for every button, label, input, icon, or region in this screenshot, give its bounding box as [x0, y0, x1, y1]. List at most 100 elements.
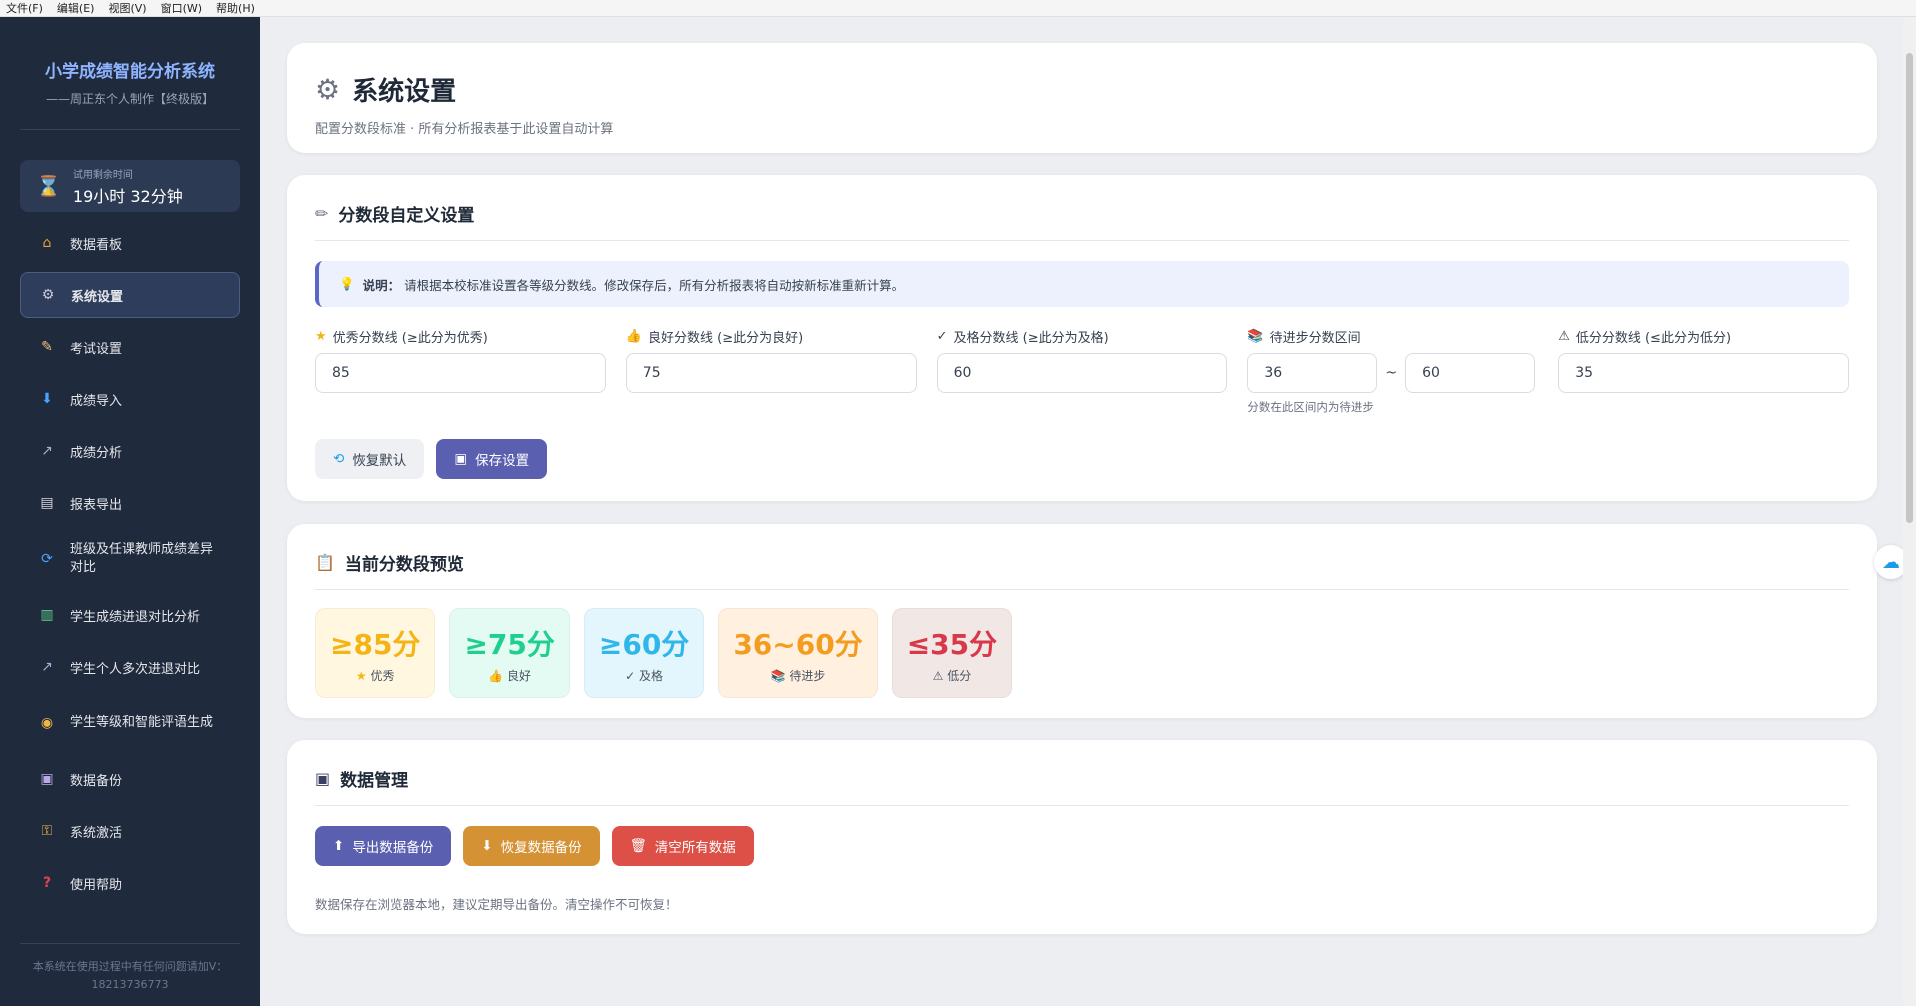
low-field-group: ⚠ 低分分数线 (≤此分为低分) 35 [1558, 327, 1849, 415]
tile-value: ≥85分 [330, 627, 421, 661]
thumbs-up-icon: 👍 [625, 328, 642, 344]
sidebar-item-label: 数据看板 [70, 237, 123, 253]
excellent-label-row: ★ 优秀分数线 (≥此分为优秀) [315, 327, 606, 346]
tile-progress: 36~60分 📚 待进步 [718, 608, 878, 698]
restore-label: 恢复数据备份 [500, 840, 582, 856]
menu-window[interactable]: 窗口(W) [161, 0, 202, 16]
tile-label: 及格 [639, 668, 664, 683]
section-title: 分数段自定义设置 [338, 206, 475, 226]
threshold-fields: ★ 优秀分数线 (≥此分为优秀) 85 👍 良好分数线 (≥此分为良好) 75 … [315, 327, 1849, 415]
clipboard-icon: 📋 [315, 553, 335, 572]
sidebar-item-class-comparison[interactable]: ⟳ 班级及任课教师成绩差异对比 [20, 532, 240, 586]
chart-up-icon: ↗ [41, 659, 53, 675]
sidebar-item-label: 使用帮助 [70, 877, 123, 893]
sidebar-item-label: 学生等级和智能评语生成 [70, 715, 214, 731]
divider [315, 589, 1849, 590]
sidebar-item-help[interactable]: ? 使用帮助 [20, 860, 240, 906]
tile-label-row: 📚 待进步 [771, 667, 826, 684]
star-icon: ★ [355, 668, 367, 683]
sidebar-item-score-import[interactable]: ⬇ 成绩导入 [20, 376, 240, 422]
brand: 小学成绩智能分析系统 ——周正东个人制作【终极版】 [0, 17, 260, 107]
progress-field-group: 📚 待进步分数区间 36 ~ 60 分数在此区间内为待进步 [1247, 327, 1538, 415]
pass-field-group: ✓ 及格分数线 (≥此分为及格) 60 [936, 327, 1228, 415]
tile-good: ≥75分 👍 良好 [449, 608, 570, 698]
low-label-row: ⚠ 低分分数线 (≤此分为低分) [1558, 327, 1849, 346]
save-settings-button[interactable]: ▣ 保存设置 [436, 439, 548, 479]
tile-label: 待进步 [789, 668, 826, 683]
menu-help[interactable]: 帮助(H) [216, 0, 255, 16]
divider [315, 240, 1849, 241]
data-management: ▣ 数据管理 ⬆ 导出数据备份 ⬇ 恢复数据备份 🗑 清空所有数据 数据保存在浏… [287, 740, 1877, 934]
reset-default-button[interactable]: ⟲ 恢复默认 [315, 439, 425, 479]
progress-max-input[interactable]: 60 [1405, 353, 1536, 393]
house-icon: ⌂ [42, 235, 52, 251]
sidebar-item-label: 考试设置 [70, 341, 123, 357]
page-title-row: ⚙ 系统设置 [315, 71, 1849, 108]
clear-label: 清空所有数据 [654, 840, 736, 856]
divider [20, 129, 240, 130]
app-subtitle: ——周正东个人制作【终极版】 [45, 92, 214, 106]
restore-backup-button[interactable]: ⬇ 恢复数据备份 [463, 826, 600, 866]
sidebar: 小学成绩智能分析系统 ——周正东个人制作【终极版】 ⌛ 试用剩余时间 19小时 … [0, 17, 260, 1006]
score-band-preview: 📋 当前分数段预览 ≥85分 ★ 优秀 ≥75分 👍 良好 ≥60分 ✓ 及格 … [287, 524, 1877, 718]
menu-edit[interactable]: 编辑(E) [57, 0, 95, 16]
data-note: 数据保存在浏览器本地，建议定期导出备份。清空操作不可恢复！ [315, 897, 678, 912]
scrollbar-thumb[interactable] [1906, 53, 1913, 523]
preview-tiles: ≥85分 ★ 优秀 ≥75分 👍 良好 ≥60分 ✓ 及格 36~60分 📚 待… [315, 608, 1849, 698]
page-header: ⚙ 系统设置 配置分数段标准 · 所有分析报表基于此设置自动计算 [287, 43, 1877, 153]
export-backup-button[interactable]: ⬆ 导出数据备份 [315, 826, 452, 866]
excellent-threshold-input[interactable]: 85 [315, 353, 606, 393]
progress-min-input[interactable]: 36 [1247, 353, 1378, 393]
pass-threshold-input[interactable]: 60 [936, 353, 1228, 393]
good-field-group: 👍 良好分数线 (≥此分为良好) 75 [625, 327, 917, 415]
export-label: 导出数据备份 [352, 840, 434, 856]
data-actions: ⬆ 导出数据备份 ⬇ 恢复数据备份 🗑 清空所有数据 [315, 826, 1849, 866]
check-icon: ✓ [936, 328, 948, 344]
score-band-settings: ✏ 分数段自定义设置 💡 说明： 请根据本校标准设置各等级分数线。修改保存后，所… [287, 175, 1877, 501]
arrows-cycle-icon: ⟳ [41, 550, 53, 567]
notice-text: 请根据本校标准设置各等级分数线。修改保存后，所有分析报表将自动按新标准重新计算。 [404, 277, 905, 293]
sidebar-item-label: 系统设置 [71, 289, 124, 305]
check-icon: ✓ [625, 668, 636, 683]
sidebar-item-label: 班级及任课教师成绩差异对比 [70, 542, 214, 575]
sidebar-item-student-progress[interactable]: ▥ 学生成绩进退对比分析 [20, 592, 240, 638]
tile-value: ≤35分 [906, 627, 998, 661]
tile-value: ≥60分 [598, 627, 690, 661]
tile-value: ≥75分 [464, 627, 555, 661]
tile-pass: ≥60分 ✓ 及格 [583, 608, 705, 698]
low-threshold-input[interactable]: 35 [1558, 353, 1849, 393]
clear-all-data-button[interactable]: 🗑 清空所有数据 [611, 826, 754, 866]
refresh-icon: ⟲ [333, 451, 345, 467]
tile-label: 优秀 [370, 668, 395, 683]
menu-file[interactable]: 文件(F) [6, 0, 43, 16]
warning-icon: ⚠ [932, 668, 944, 683]
good-threshold-input[interactable]: 75 [625, 353, 917, 393]
progress-label-row: 📚 待进步分数区间 [1247, 327, 1538, 346]
sidebar-item-report-export[interactable]: ▤ 报表导出 [20, 480, 240, 526]
low-label: 低分分数线 (≤此分为低分) [1575, 330, 1732, 346]
excellent-label: 优秀分数线 (≥此分为优秀) [332, 330, 488, 346]
tile-label-row: 👍 良好 [488, 667, 531, 684]
sidebar-item-grade-comments[interactable]: ◉ 学生等级和智能评语生成 [20, 696, 240, 750]
tile-label-row: ⚠ 低分 [933, 667, 972, 684]
good-label: 良好分数线 (≥此分为良好) [647, 330, 804, 346]
sidebar-item-score-analysis[interactable]: ↗ 成绩分析 [20, 428, 240, 474]
sidebar-item-dashboard[interactable]: ⌂ 数据看板 [20, 220, 240, 266]
sidebar-item-exam-settings[interactable]: ✎ 考试设置 [20, 324, 240, 370]
sidebar-item-activation[interactable]: ⚿ 系统激活 [20, 808, 240, 854]
sidebar-item-data-backup[interactable]: ▣ 数据备份 [20, 756, 240, 802]
menu-view[interactable]: 视图(V) [108, 0, 146, 16]
pass-label-row: ✓ 及格分数线 (≥此分为及格) [936, 327, 1228, 346]
books-icon: 📚 [770, 668, 786, 683]
scrollbar[interactable] [1903, 17, 1916, 1006]
tile-label-row: ✓ 及格 [625, 667, 663, 684]
sidebar-item-settings[interactable]: ⚙ 系统设置 [20, 272, 240, 318]
sidebar-item-label: 学生成绩进退对比分析 [70, 609, 201, 625]
tile-value: 36~60分 [733, 627, 863, 661]
sidebar-item-individual-progress[interactable]: ↗ 学生个人多次进退对比 [20, 644, 240, 690]
section-title: 数据管理 [340, 771, 409, 791]
gear-icon: ⚙ [315, 73, 341, 106]
sidebar-footer: 本系统在使用过程中有任何问题请加V：18213736773 [20, 943, 240, 993]
sidebar-item-label: 系统激活 [70, 825, 123, 841]
chart-up-icon: ↗ [41, 443, 53, 459]
